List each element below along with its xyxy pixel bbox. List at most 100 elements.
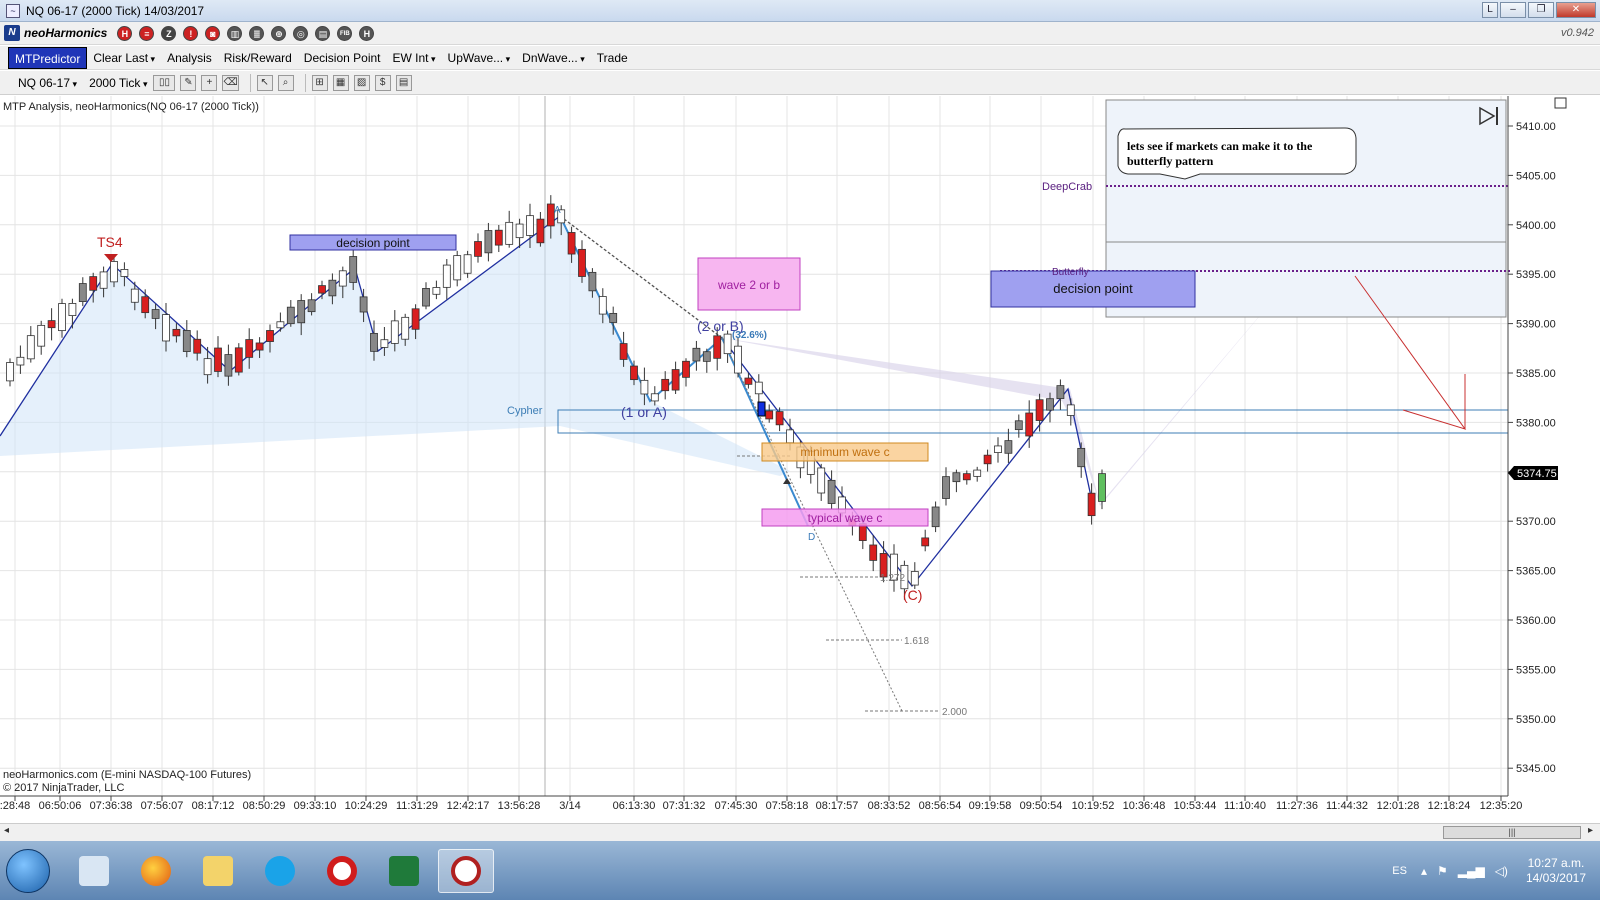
taskbar-firefox[interactable] bbox=[128, 849, 184, 893]
decision-point-label-2: decision point bbox=[1053, 281, 1133, 296]
toolbar-round-button-6[interactable]: ≣ bbox=[249, 25, 265, 41]
toolbar-round-button-8[interactable]: ◎ bbox=[293, 25, 309, 41]
time-tick-label: 11:44:32 bbox=[1326, 800, 1368, 812]
time-tick-label: 07:36:38 bbox=[90, 800, 133, 812]
time-tick-label: 3/14 bbox=[559, 800, 580, 812]
scroll-right-arrow-icon[interactable]: ▸ bbox=[1588, 825, 1593, 836]
candle-body bbox=[1035, 399, 1044, 421]
close-button[interactable]: ✕ bbox=[1556, 2, 1596, 18]
toolbar-round-button-2[interactable]: Z bbox=[161, 25, 177, 41]
volume-icon[interactable]: ◁) bbox=[1495, 864, 1508, 878]
instrument-selector[interactable]: NQ 06-17 bbox=[12, 72, 83, 94]
taskbar-opera[interactable] bbox=[314, 849, 370, 893]
candle-body bbox=[1004, 440, 1013, 454]
chart-image-icon[interactable]: ▨ bbox=[353, 74, 370, 91]
indicators-icon[interactable]: ⊞ bbox=[311, 74, 328, 91]
candle-body bbox=[68, 303, 77, 316]
candle-body bbox=[1014, 420, 1023, 431]
toolbar-round-button-0[interactable]: H bbox=[117, 25, 133, 41]
butterfly-label: Butterfly bbox=[1052, 267, 1089, 278]
taskbar-ninjatrader[interactable] bbox=[438, 848, 494, 893]
menu-item-risk-reward[interactable]: Risk/Reward bbox=[218, 47, 298, 69]
network-icon[interactable]: ▂▄▆ bbox=[1458, 864, 1485, 878]
candle-body bbox=[130, 288, 139, 303]
plus-icon[interactable]: + bbox=[201, 74, 218, 91]
candle-body bbox=[619, 343, 628, 360]
candle-body bbox=[182, 330, 191, 352]
toolbar-round-button-1[interactable]: ≡ bbox=[139, 25, 155, 41]
minimize-button[interactable]: ‒ bbox=[1500, 2, 1526, 18]
zoom-icon[interactable]: ⌕ bbox=[277, 74, 294, 91]
chart-horizontal-scrollbar[interactable]: ◂ ||| ▸ bbox=[0, 823, 1600, 841]
candle-body bbox=[692, 347, 701, 362]
dollar-icon[interactable]: $ bbox=[374, 74, 391, 91]
toolbar-round-button-3[interactable]: ! bbox=[183, 25, 199, 41]
candle-body bbox=[276, 321, 285, 329]
menu-item-decision-point[interactable]: Decision Point bbox=[298, 47, 387, 69]
bar-type-icon[interactable]: ▯▯ bbox=[153, 74, 176, 91]
price-tick-label: 5410.00 bbox=[1516, 121, 1556, 133]
toolbar-round-button-11[interactable]: H bbox=[359, 25, 375, 41]
price-chart[interactable]: decision point wave 2 or b minimum wave … bbox=[0, 96, 1600, 823]
chart-canvas[interactable]: decision point wave 2 or b minimum wave … bbox=[0, 96, 1600, 823]
time-tick-label: 12:42:17 bbox=[447, 800, 490, 812]
eraser-icon[interactable]: ⌫ bbox=[222, 74, 239, 91]
taskbar-excel[interactable] bbox=[376, 849, 432, 893]
taskbar-skype[interactable] bbox=[252, 849, 308, 893]
strategies-icon[interactable]: ▦ bbox=[332, 74, 349, 91]
candle-body bbox=[318, 285, 326, 294]
scroll-left-arrow-icon[interactable]: ◂ bbox=[4, 825, 9, 836]
candle-body bbox=[307, 299, 316, 313]
menu-item-trade[interactable]: Trade bbox=[591, 47, 634, 69]
interval-selector[interactable]: 2000 Tick bbox=[83, 72, 153, 94]
candle-body bbox=[193, 338, 202, 354]
link-button[interactable]: L bbox=[1482, 2, 1498, 18]
toolbar-round-button-4[interactable]: ◙ bbox=[205, 25, 221, 41]
toolbar-round-button-10[interactable]: FIB bbox=[337, 25, 353, 41]
opera-icon bbox=[327, 855, 357, 886]
flag-icon[interactable]: ⚑ bbox=[1437, 864, 1448, 878]
price-tick-label: 5370.00 bbox=[1516, 516, 1556, 528]
taskbar-explorer[interactable] bbox=[190, 849, 246, 893]
price-tick-label: 5350.00 bbox=[1516, 714, 1556, 726]
candle-body bbox=[411, 308, 420, 330]
language-indicator[interactable]: ES bbox=[1392, 865, 1407, 877]
toolbar-round-button-9[interactable]: ▤ bbox=[315, 25, 331, 41]
candle-body bbox=[962, 473, 971, 481]
cursor-icon[interactable]: ↖ bbox=[256, 74, 273, 91]
candle-body bbox=[1025, 412, 1034, 437]
window-title: NQ 06-17 (2000 Tick) 14/03/2017 bbox=[26, 3, 205, 18]
time-tick-label: 08:17:12 bbox=[192, 800, 235, 812]
toolbar-round-button-7[interactable]: ⊕ bbox=[271, 25, 287, 41]
chart-header: MTP Analysis, neoHarmonics(NQ 06-17 (200… bbox=[3, 101, 259, 113]
candle-body bbox=[110, 261, 118, 283]
app-icon: ~ bbox=[6, 3, 20, 18]
pencil-icon[interactable]: ✎ bbox=[180, 74, 197, 91]
version-label: v0.942 bbox=[1560, 27, 1594, 39]
menu-item-mtpredictor[interactable]: MTPredictor bbox=[8, 46, 88, 69]
scroll-thumb[interactable]: ||| bbox=[1443, 826, 1581, 839]
maximize-button[interactable]: ❐ bbox=[1528, 2, 1554, 18]
toolbar-round-button-5[interactable]: ▥ bbox=[227, 25, 243, 41]
wave-c-label: minimum wave c bbox=[800, 445, 889, 459]
time-tick-label: 10:36:48 bbox=[1123, 800, 1166, 812]
menu-item-clear-last[interactable]: Clear Last bbox=[87, 47, 161, 69]
candle-body bbox=[1087, 492, 1096, 517]
start-button[interactable] bbox=[6, 848, 50, 893]
clock[interactable]: 10:27 a.m. 14/03/2017 bbox=[1526, 856, 1586, 886]
menu-item-analysis[interactable]: Analysis bbox=[161, 47, 218, 69]
current-price-label: 5374.75 bbox=[1517, 468, 1557, 480]
candle-body bbox=[214, 347, 222, 372]
menu-item-upwave[interactable]: UpWave... bbox=[442, 47, 517, 69]
marker-candle bbox=[757, 401, 766, 417]
taskbar-hand-app[interactable] bbox=[66, 849, 122, 893]
candle-body bbox=[994, 445, 1002, 453]
menu-bar: MTPredictorClear LastAnalysisRisk/Reward… bbox=[0, 46, 1600, 70]
menu-item-dnwave[interactable]: DnWave... bbox=[516, 47, 591, 69]
properties-icon[interactable]: ▤ bbox=[395, 74, 412, 91]
fib-1272-label: 1.272 bbox=[880, 573, 905, 584]
tray-arrow-icon[interactable]: ▴ bbox=[1421, 864, 1427, 878]
menu-item-ew-int[interactable]: EW Int bbox=[387, 47, 442, 69]
point-d-label: D bbox=[808, 532, 815, 543]
time-tick-label: 10:24:29 bbox=[345, 800, 388, 812]
